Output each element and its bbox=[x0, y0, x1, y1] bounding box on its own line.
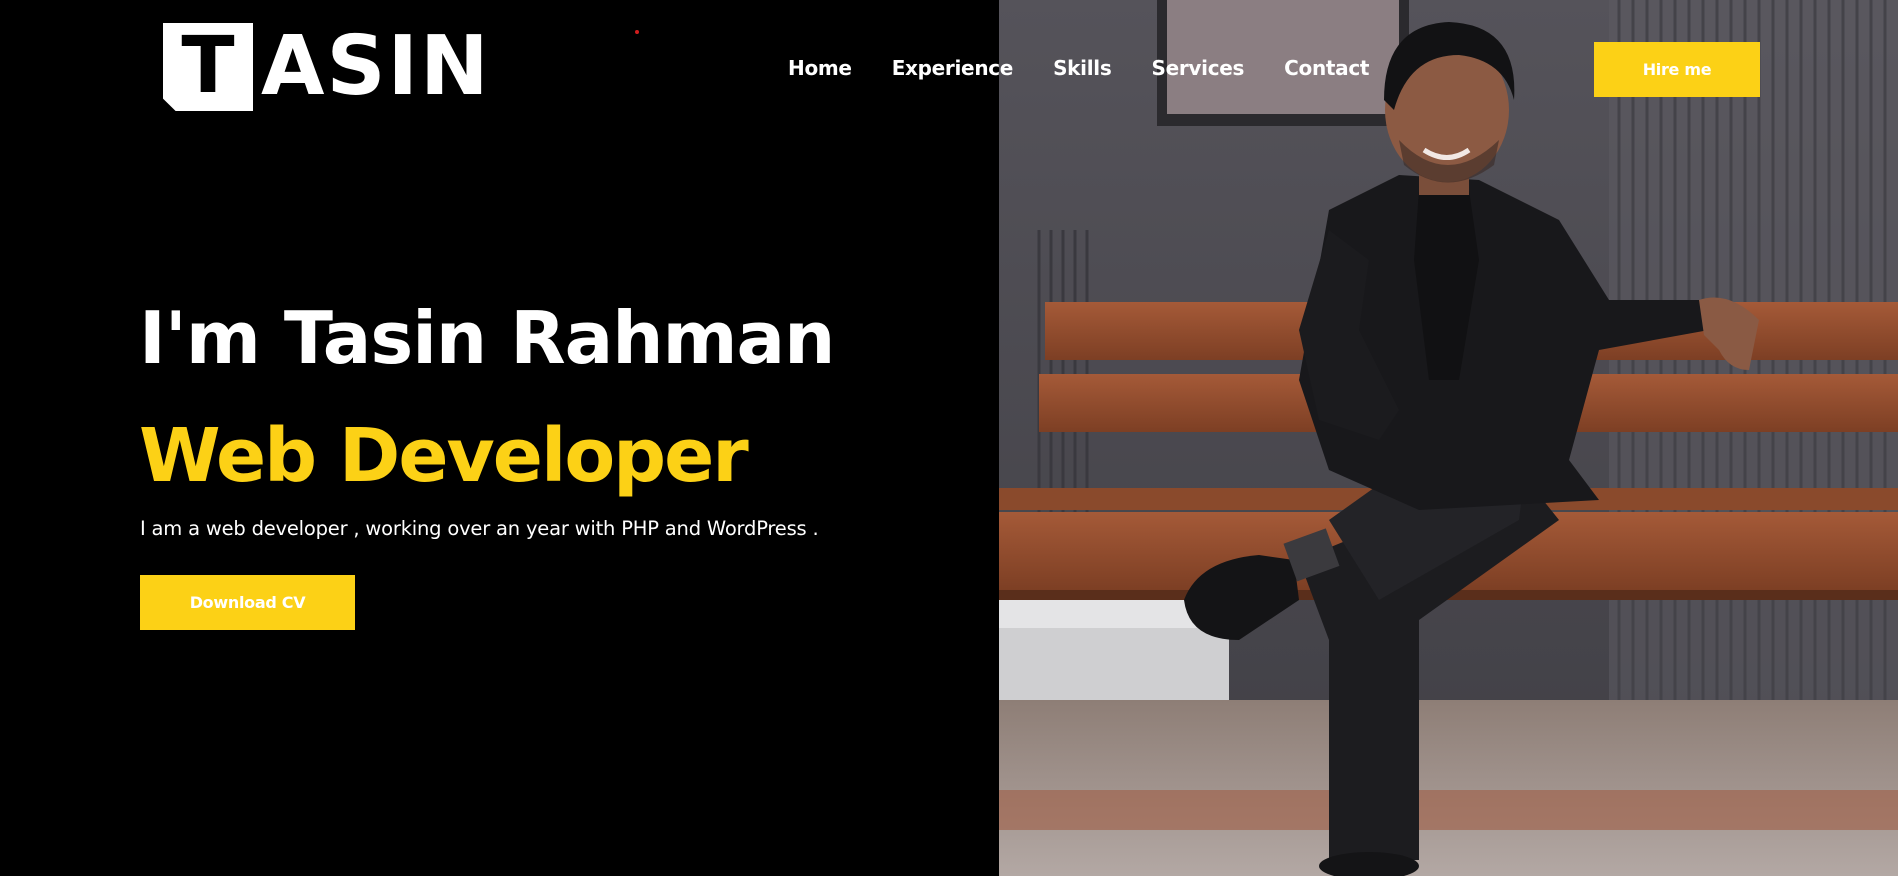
hero-role: Web Developer bbox=[139, 413, 749, 499]
portrait-photo-illustration bbox=[999, 0, 1898, 876]
logo-letter-t: T bbox=[181, 21, 235, 111]
hire-me-button[interactable]: Hire me bbox=[1594, 42, 1760, 97]
nav-item-contact[interactable]: Contact bbox=[1284, 56, 1369, 80]
nav-item-skills[interactable]: Skills bbox=[1053, 56, 1112, 80]
decorative-dot bbox=[635, 30, 639, 34]
main-nav: Home Experience Skills Services Contact bbox=[788, 56, 1369, 80]
nav-item-services[interactable]: Services bbox=[1151, 56, 1244, 80]
profile-photo bbox=[999, 0, 1898, 876]
site-logo[interactable]: T ASIN bbox=[163, 22, 491, 112]
hero-title: I'm Tasin Rahman bbox=[139, 296, 835, 380]
hero-left-panel: T ASIN I'm Tasin Rahman Web Developer I … bbox=[0, 0, 999, 876]
logo-mark: T bbox=[163, 23, 253, 111]
logo-wordmark: ASIN bbox=[261, 19, 491, 114]
nav-item-experience[interactable]: Experience bbox=[892, 56, 1014, 80]
nav-item-home[interactable]: Home bbox=[788, 56, 852, 80]
download-cv-button[interactable]: Download CV bbox=[140, 575, 355, 630]
hero-description: I am a web developer , working over an y… bbox=[140, 517, 819, 540]
